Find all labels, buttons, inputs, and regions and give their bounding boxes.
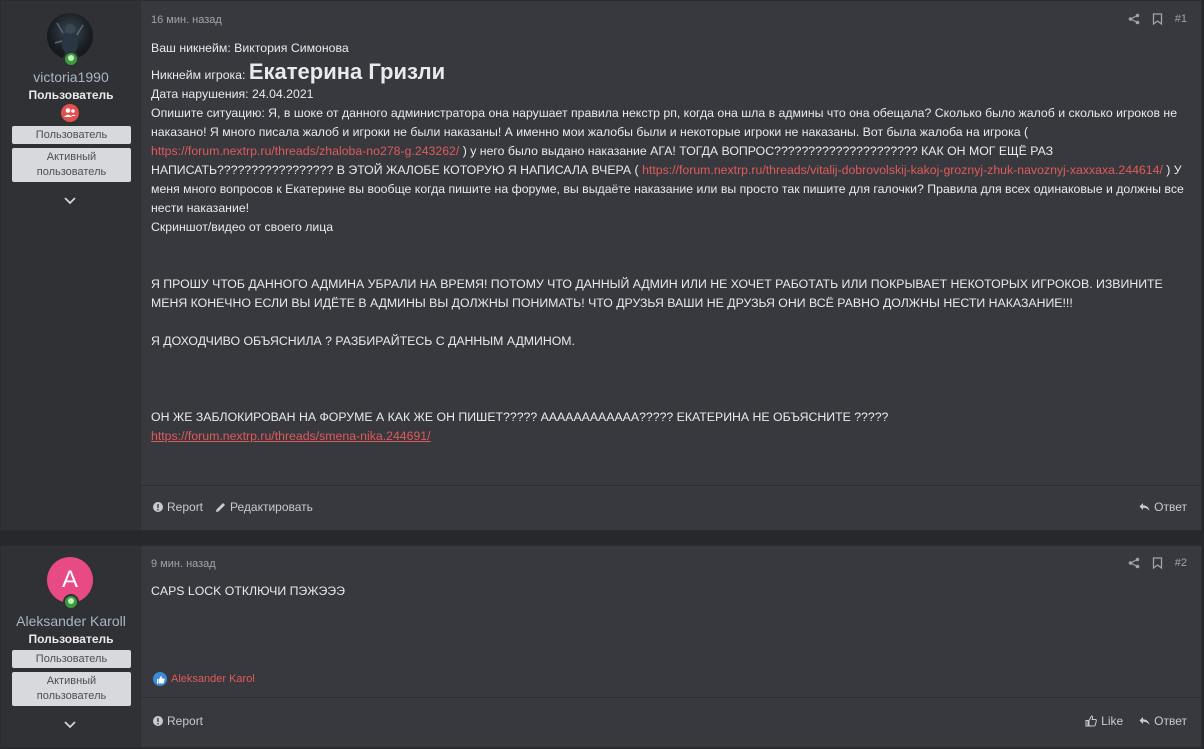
screenshot-line: Скриншот/видео от своего лица	[151, 220, 334, 234]
post-2-text: CAPS LOCK ОТКЛЮЧИ ПЭЖЭЭЭ	[151, 584, 345, 598]
player-nickname-label: Никнейм игрока:	[151, 68, 249, 82]
like-button[interactable]: Like	[1085, 714, 1123, 728]
nickname-line: Ваш никнейм: Виктория Симонова	[151, 41, 349, 55]
post-2-footer-left: Report	[153, 714, 203, 728]
report-label: Report	[167, 500, 204, 514]
caps-paragraph-1: Я ПРОШУ ЧТОБ ДАННОГО АДМИНА УБРАЛИ НА ВР…	[151, 277, 1163, 310]
thumbs-up-icon	[1085, 715, 1097, 727]
post-date[interactable]: 9 мин. назад	[151, 558, 216, 570]
complaint-link-1[interactable]: https://forum.nextrp.ru/threads/zhaloba-…	[151, 144, 459, 158]
share-icon[interactable]	[1128, 13, 1140, 25]
edit-label: Редактировать	[230, 500, 313, 514]
online-status-icon	[63, 51, 79, 67]
report-icon	[153, 716, 163, 726]
reply-button[interactable]: Ответ	[1139, 714, 1187, 728]
chevron-down-icon[interactable]	[63, 194, 77, 208]
player-nickname-line: Никнейм игрока: Екатерина Гризли	[151, 59, 1191, 85]
reaction-summary[interactable]: Aleksander Karol	[153, 672, 255, 686]
report-label: Report	[167, 714, 204, 728]
post-1-footer-right: Ответ	[1139, 500, 1187, 514]
post-1: victoria1990 Пользователь Пользователь А…	[0, 0, 1202, 531]
edit-button[interactable]: Редактировать	[215, 500, 313, 514]
user-title: Пользователь	[28, 88, 114, 102]
post-1-footer-left: Report Редактировать	[153, 500, 313, 514]
like-label: Like	[1101, 714, 1124, 728]
share-icon[interactable]	[1128, 557, 1140, 569]
caps-paragraph-2: Я ДОХОДЧИВО ОБЪЯСНИЛА ? РАЗБИРАЙТЕСЬ С Д…	[151, 334, 575, 348]
post-2-footer-right: Like Ответ	[1085, 714, 1187, 728]
report-button[interactable]: Report	[153, 500, 203, 514]
violation-date-line: Дата нарушения: 24.04.2021	[151, 87, 314, 101]
situation-paragraph: Опишите ситуацию: Я, в шоке от данного а…	[151, 104, 1191, 218]
user-group-icon	[61, 104, 79, 122]
post-number[interactable]: #2	[1175, 557, 1187, 569]
report-icon	[153, 502, 163, 512]
post-2-footer-divider	[141, 697, 1201, 698]
chevron-down-icon[interactable]	[63, 718, 77, 732]
post-2-user-column: A Aleksander Karoll Пользователь Пользов…	[1, 546, 141, 747]
post-date[interactable]: 16 мин. назад	[151, 14, 222, 26]
post-1-content: Ваш никнейм: Виктория Симонова Никнейм и…	[151, 39, 1191, 446]
reply-label: Ответ	[1154, 714, 1187, 728]
post-1-user-column: victoria1990 Пользователь Пользователь А…	[1, 1, 141, 530]
username[interactable]: Aleksander Karoll	[1, 613, 141, 629]
complaint-link-2[interactable]: https://forum.nextrp.ru/threads/vitalij-…	[642, 163, 1163, 177]
post-meta-actions: #1	[1128, 13, 1187, 25]
bookmark-icon[interactable]	[1152, 557, 1163, 569]
post-2-content: CAPS LOCK ОТКЛЮЧИ ПЭЖЭЭЭ	[151, 582, 1191, 601]
username[interactable]: victoria1990	[1, 69, 141, 85]
user-banner-user: Пользователь	[12, 650, 131, 668]
caps-paragraph-3: ОН ЖЕ ЗАБЛОКИРОВАН НА ФОРУМЕ А КАК ЖЕ ОН…	[151, 410, 889, 424]
bookmark-icon[interactable]	[1152, 13, 1163, 25]
user-banner-active: Активный пользователь	[12, 148, 131, 182]
user-banner-user: Пользователь	[12, 126, 131, 144]
post-meta-actions: #2	[1128, 557, 1187, 569]
user-title: Пользователь	[28, 632, 114, 646]
reply-icon	[1139, 503, 1150, 511]
post-1-footer-divider	[141, 485, 1201, 486]
player-nickname-value: Екатерина Гризли	[248, 59, 446, 84]
online-status-icon	[63, 594, 79, 610]
report-button[interactable]: Report	[153, 714, 203, 728]
situation-text-a: Опишите ситуацию: Я, в шоке от данного а…	[151, 106, 1178, 139]
pencil-icon	[216, 502, 226, 512]
complaint-link-3[interactable]: https://forum.nextrp.ru/threads/smena-ni…	[151, 429, 431, 443]
post-2: A Aleksander Karoll Пользователь Пользов…	[0, 545, 1202, 748]
reply-label: Ответ	[1154, 500, 1187, 514]
like-reaction-icon	[153, 672, 167, 686]
reply-button[interactable]: Ответ	[1139, 500, 1187, 514]
user-banner-active: Активный пользователь	[12, 672, 131, 706]
reaction-user[interactable]: Aleksander Karol	[171, 673, 255, 685]
reply-icon	[1139, 717, 1150, 725]
post-number[interactable]: #1	[1175, 13, 1187, 25]
